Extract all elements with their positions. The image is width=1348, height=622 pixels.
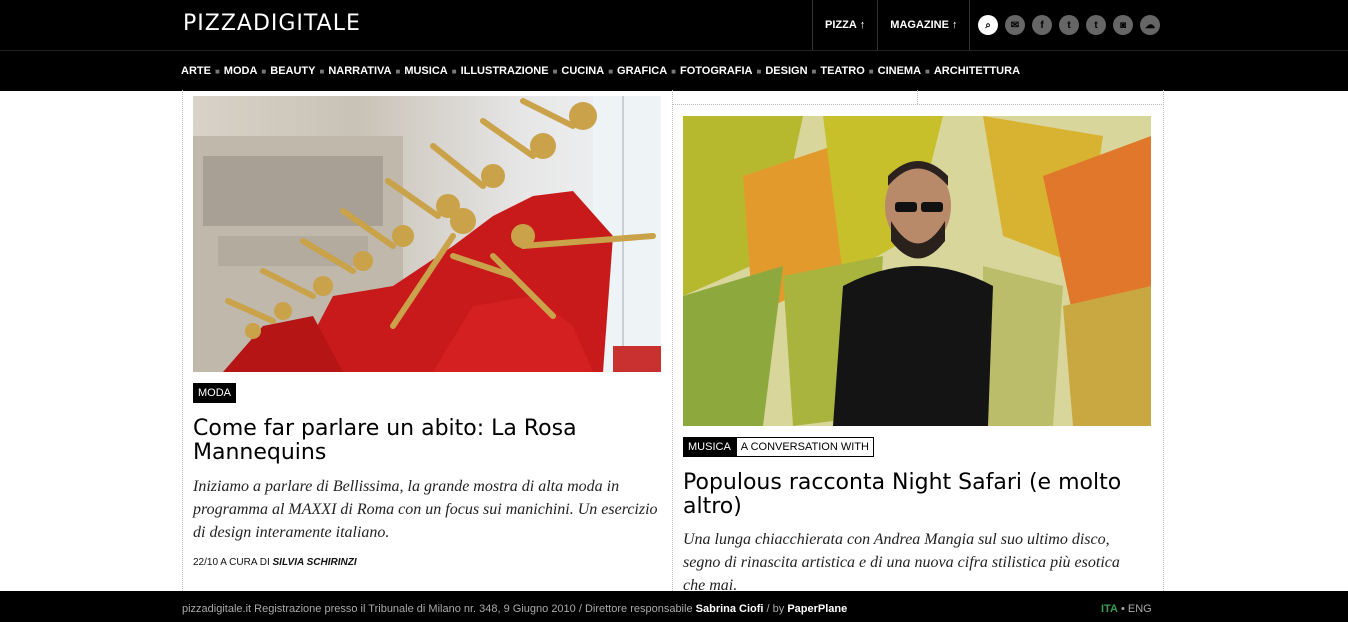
top-bar: PIZZADIGITALE PIZZA ↑ MAGAZINE ↑ ⌕ ✉ f t… (0, 0, 1348, 50)
footer: pizzadigitale.it Registrazione presso il… (0, 591, 1348, 622)
category-separator: ■ (261, 66, 267, 76)
category-separator: ■ (451, 66, 457, 76)
facebook-icon[interactable]: f (1032, 15, 1052, 35)
by-label: / by (766, 603, 785, 615)
category-separator: ■ (868, 66, 874, 76)
article-excerpt-left: Iniziamo a parlare di Bellissima, la gra… (193, 478, 658, 541)
category-separator: ■ (214, 66, 220, 76)
nav-pizza[interactable]: PIZZA ↑ (812, 0, 877, 50)
category-architettura[interactable]: ARCHITETTURA (934, 65, 1020, 77)
lang-eng[interactable]: ENG (1128, 603, 1152, 615)
category-narrativa[interactable]: NARRATIVA (328, 65, 391, 77)
category-separator: ■ (756, 66, 762, 76)
article-image-mannequins[interactable] (193, 96, 661, 372)
category-bar: ARTE ■ MODA ■ BEAUTY ■ NARRATIVA ■ MUSICA ■ ILLUST… (0, 50, 1348, 91)
category-illustrazione[interactable]: ILLUSTRAZIONE (461, 65, 549, 77)
tag-label: MODA (193, 383, 236, 403)
language-switch: ITA • ENG (1101, 603, 1152, 615)
article-title-left[interactable]: Come far parlare un abito: La Rosa Manne… (193, 417, 633, 465)
article-date: 22/10 (193, 557, 219, 568)
category-separator: ■ (395, 66, 401, 76)
category-grafica[interactable]: GRAFICA (617, 65, 667, 77)
nav-magazine[interactable]: MAGAZINE ↑ (877, 0, 971, 50)
category-musica[interactable]: MUSICA (404, 65, 447, 77)
category-separator: ■ (811, 66, 817, 76)
curated-by-label: A CURA DI (220, 557, 270, 568)
category-cinema[interactable]: CINEMA (878, 65, 921, 77)
article-excerpt-right: Una lunga chiacchierata con Andrea Mangi… (683, 531, 1120, 591)
nav-magazine-label: MAGAZINE (890, 19, 949, 31)
footer-info: pizzadigitale.it Registrazione presso il… (182, 603, 847, 615)
category-separator: ■ (608, 66, 614, 76)
category-design[interactable]: DESIGN (765, 65, 807, 77)
top-divider-row (672, 90, 1162, 105)
category-moda[interactable]: MODA (224, 65, 258, 77)
instagram-icon[interactable]: ◙ (1113, 15, 1133, 35)
arrow-up-icon: ↑ (859, 19, 866, 31)
search-icon[interactable]: ⌕ (978, 15, 998, 35)
footer-text: pizzadigitale.it Registrazione presso il… (182, 603, 693, 615)
director-name: Sabrina Ciofi (695, 603, 764, 615)
arrow-up-icon: ↑ (951, 19, 958, 31)
article-title-right[interactable]: Populous racconta Night Safari (e molto … (683, 471, 1143, 519)
article-byline-left: 22/10 A CURA DI SILVIA SCHIRINZI (193, 557, 357, 568)
category-separator: ■ (319, 66, 325, 76)
mail-icon[interactable]: ✉ (1005, 15, 1025, 35)
category-teatro[interactable]: TEATRO (820, 65, 864, 77)
article-image-populous[interactable] (683, 116, 1151, 426)
category-separator: ■ (925, 66, 930, 76)
cloud-icon[interactable]: ☁ (1140, 15, 1160, 35)
category-tag-moda[interactable]: MODA (193, 383, 236, 403)
subtag-label[interactable]: A CONVERSATION WITH (735, 437, 874, 457)
category-fotografia[interactable]: FOTOGRAFIA (680, 65, 753, 77)
lang-separator: • (1120, 603, 1125, 615)
tumblr-icon[interactable]: t (1086, 15, 1106, 35)
category-separator: ■ (671, 66, 676, 76)
social-icons: ⌕ ✉ f t t ◙ ☁ (978, 15, 1160, 35)
category-tag-musica[interactable]: MUSICA A CONVERSATION WITH (683, 437, 874, 457)
tag-label: MUSICA (683, 437, 736, 457)
category-list: ARTE ■ MODA ■ BEAUTY ■ NARRATIVA ■ MUSICA ■ ILLUST… (181, 65, 1020, 77)
paperplane-link[interactable]: PaperPlane (787, 603, 847, 615)
category-separator: ■ (552, 66, 558, 76)
top-nav: PIZZA ↑ MAGAZINE ↑ (812, 0, 971, 50)
category-arte[interactable]: ARTE (181, 65, 211, 77)
site-logo[interactable]: PIZZADIGITALE (183, 11, 361, 36)
category-beauty[interactable]: BEAUTY (270, 65, 315, 77)
category-cucina[interactable]: CUCINA (561, 65, 604, 77)
twitter-icon[interactable]: t (1059, 15, 1079, 35)
lang-ita[interactable]: ITA (1101, 603, 1118, 615)
author-name[interactable]: SILVIA SCHIRINZI (273, 557, 357, 568)
nav-pizza-label: PIZZA (825, 19, 857, 31)
